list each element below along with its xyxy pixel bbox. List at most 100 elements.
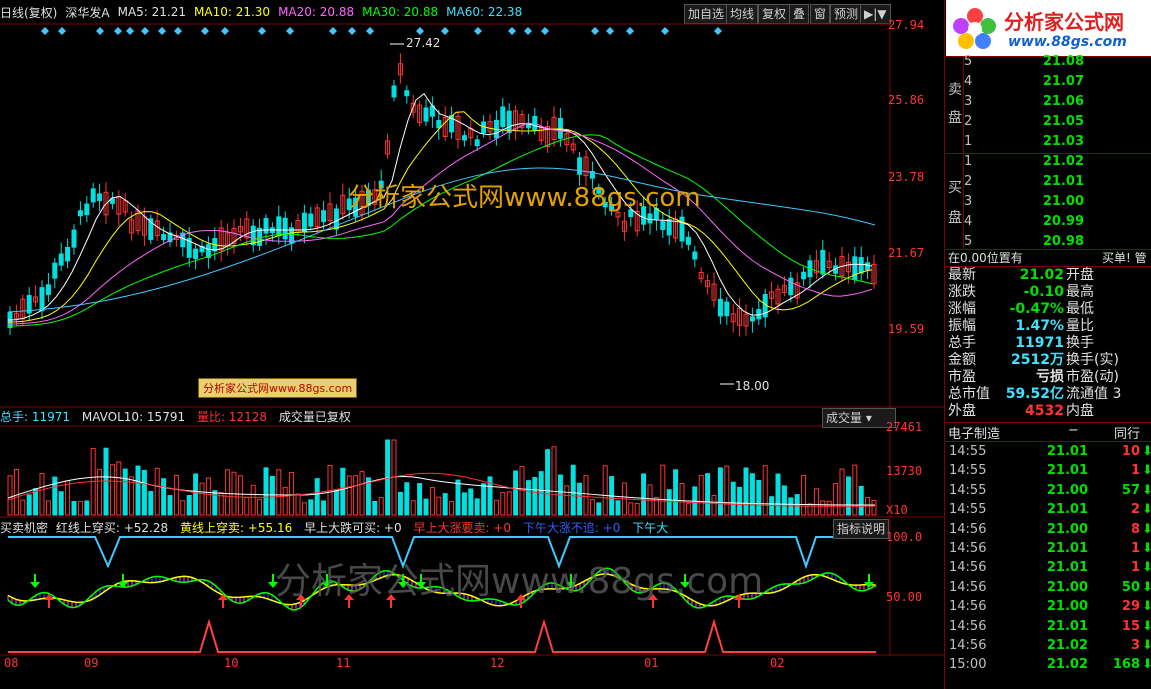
- indicator-line1: 红线上穿买: +52.28: [55, 521, 169, 535]
- tick-volume: 1: [1130, 541, 1140, 556]
- watermark-badge: 分析家公式网www.88gs.com: [198, 378, 358, 398]
- volume-tick: 27461: [886, 420, 923, 434]
- volume-bar: [308, 499, 314, 516]
- candle-body: [90, 188, 96, 203]
- volume-bar: [666, 489, 672, 516]
- volume-bar: [500, 492, 506, 516]
- volume-bar: [589, 499, 595, 516]
- volume-bar: [634, 502, 640, 516]
- buy-level[interactable]: 3 21.00: [964, 192, 1150, 212]
- diamond-marker: [626, 27, 634, 35]
- volume-bar: [263, 467, 269, 516]
- quote-label: 最新: [948, 267, 976, 283]
- volume-bar: [852, 464, 858, 516]
- tick-row: 14:56 21.00 50 ⬇: [946, 578, 1151, 597]
- volume-bar: [564, 485, 570, 516]
- candle-body: [474, 139, 480, 147]
- volume-bar: [788, 497, 794, 516]
- logo-url: www.88gs.com: [1008, 34, 1127, 50]
- tick-row: 14:55 21.01 10 ⬇: [946, 442, 1151, 461]
- down-arrow-icon: ⬇: [1142, 463, 1151, 479]
- peer-tab[interactable]: 同行: [1114, 423, 1140, 442]
- volume-bar: [186, 495, 192, 516]
- diamond-marker: [258, 27, 266, 35]
- volume-bar: [161, 478, 167, 516]
- diamond-marker: [174, 27, 182, 35]
- volume-bar: [826, 500, 832, 516]
- quote-panel: 分析家公式网 www.88gs.com 卖 盘 买 盘 5 21.08 4 21.0…: [946, 0, 1151, 689]
- candle-body: [65, 246, 71, 262]
- sell-level[interactable]: 2 21.05: [964, 112, 1150, 132]
- quote-value: 亏损: [1036, 369, 1064, 385]
- volume-bar: [225, 469, 231, 516]
- tick-price: 21.01: [1046, 560, 1088, 576]
- candle-body: [404, 90, 410, 97]
- position-action[interactable]: 买单! 管: [1102, 249, 1151, 266]
- down-arrow-icon: ⬇: [1142, 657, 1151, 673]
- quote-label-right: 开盘: [1066, 267, 1094, 283]
- tick-volume: 57: [1121, 482, 1140, 498]
- candle-body: [724, 301, 730, 317]
- indicator-line3: 早上大跌可买: +0: [304, 521, 402, 535]
- diamond-marker: [158, 27, 166, 35]
- volume-bar: [570, 464, 576, 516]
- quote-label: 总市值: [948, 386, 990, 402]
- sell-level[interactable]: 1 21.03: [964, 132, 1150, 152]
- buy-level[interactable]: 1 21.02: [964, 152, 1150, 172]
- volume-bar: [641, 473, 647, 516]
- sell-level[interactable]: 5 21.08: [964, 52, 1150, 72]
- volume-bar: [52, 476, 58, 516]
- volume-bar: [653, 497, 659, 516]
- candle-body: [557, 117, 563, 139]
- candle-body: [263, 218, 269, 234]
- volume-bar: [615, 500, 621, 516]
- candle-body: [788, 277, 794, 296]
- candle-body: [865, 262, 871, 271]
- volume-bar: [551, 446, 557, 516]
- volume-note: 成交量已复权: [278, 410, 351, 424]
- candle-body: [250, 225, 256, 246]
- volume-bar: [429, 487, 435, 516]
- volume-bar: [679, 483, 685, 516]
- kline-chart-area[interactable]: 日线(复权) 深华发A MA5: 21.21 MA10: 21.30 MA20:…: [0, 0, 945, 689]
- tick-volume: 1: [1130, 463, 1140, 479]
- indicator-line2: 黄线上穿卖: +55.16: [179, 521, 293, 535]
- collapse-icon[interactable]: −: [1068, 423, 1079, 438]
- volume-bar: [378, 496, 384, 516]
- candle-body: [321, 210, 327, 223]
- tick-row: 14:56 21.00 8 ⬇: [946, 520, 1151, 539]
- sell-level[interactable]: 3 21.06: [964, 92, 1150, 112]
- buy-level[interactable]: 4 20.99: [964, 212, 1150, 232]
- logo-title: 分析家公式网: [1004, 10, 1124, 34]
- candle-body: [308, 213, 314, 227]
- sell-label: 卖: [948, 82, 962, 98]
- candle-body: [685, 236, 691, 245]
- volume-selector[interactable]: 成交量 ▾: [822, 408, 896, 428]
- quote-value: -0.47%: [1009, 301, 1064, 317]
- volume-bar: [756, 480, 762, 516]
- time-tick: 08: [4, 656, 19, 670]
- candle-body: [77, 210, 83, 217]
- buy-level[interactable]: 2 21.01: [964, 172, 1150, 192]
- quote-label-right: 最低: [1066, 301, 1094, 317]
- volume-bar: [77, 500, 83, 516]
- diamond-marker: [714, 27, 722, 35]
- down-arrow-icon: ⬇: [1142, 618, 1151, 634]
- quote-row: 总手 11971 换手: [946, 335, 1151, 352]
- volume-bar: [282, 486, 288, 516]
- sell-level[interactable]: 4 21.07: [964, 72, 1150, 92]
- volume-bar: [775, 473, 781, 516]
- volume-bar: [193, 473, 199, 516]
- diamond-marker: [441, 27, 449, 35]
- volume-bar: [762, 465, 768, 516]
- volume-bar: [33, 488, 39, 516]
- flower-logo-icon: [953, 8, 996, 49]
- volume-bar: [372, 500, 378, 516]
- industry-name[interactable]: 电子制造: [948, 423, 1000, 442]
- volume-bar: [154, 467, 160, 516]
- indicator-help-button[interactable]: 指标说明: [833, 519, 890, 539]
- indicator-header: 买卖机密 红线上穿买: +52.28 黄线上穿卖: +55.16 早上大跌可买:…: [0, 520, 830, 536]
- volume-bar: [20, 499, 26, 516]
- volume-bar: [199, 482, 205, 516]
- quote-value: 1.47%: [1015, 318, 1064, 334]
